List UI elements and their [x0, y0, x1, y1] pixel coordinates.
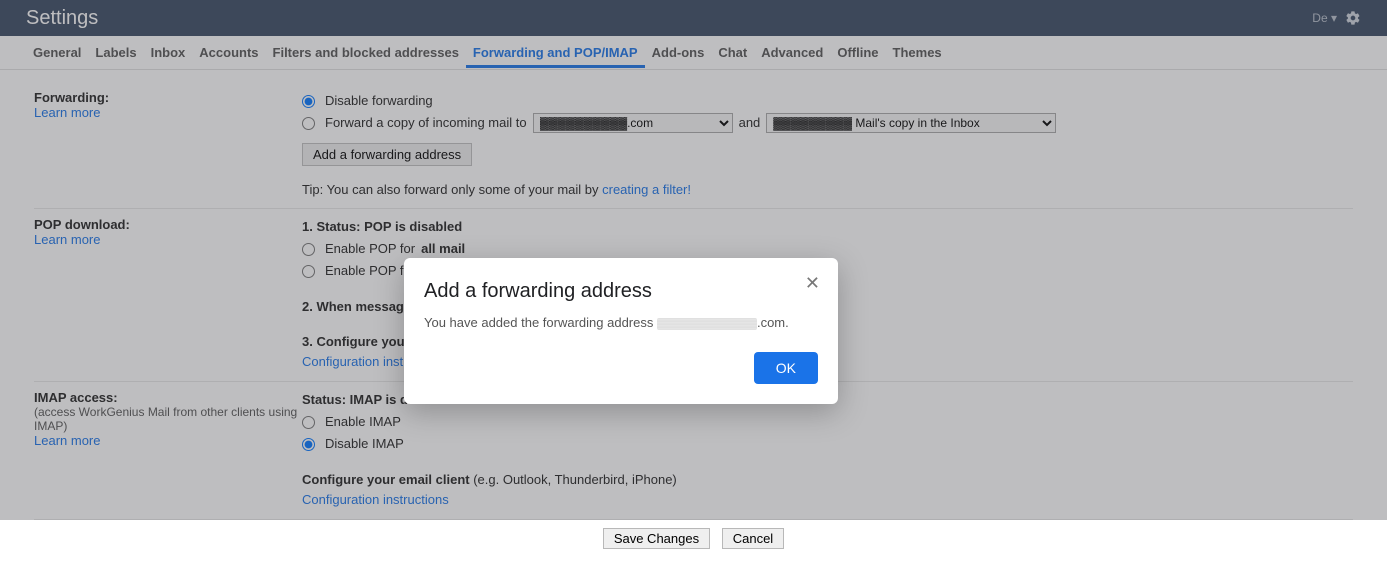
dialog-title: Add a forwarding address — [424, 280, 818, 303]
save-button[interactable]: Save Changes — [603, 528, 710, 549]
bottom-buttons: Save Changes Cancel — [34, 520, 1353, 557]
dialog-body: You have added the forwarding address xx… — [424, 315, 818, 330]
add-forwarding-dialog: ✕ Add a forwarding address You have adde… — [404, 258, 838, 404]
cancel-button[interactable]: Cancel — [722, 528, 784, 549]
close-icon[interactable]: ✕ — [805, 274, 820, 292]
dialog-ok-button[interactable]: OK — [754, 352, 818, 384]
